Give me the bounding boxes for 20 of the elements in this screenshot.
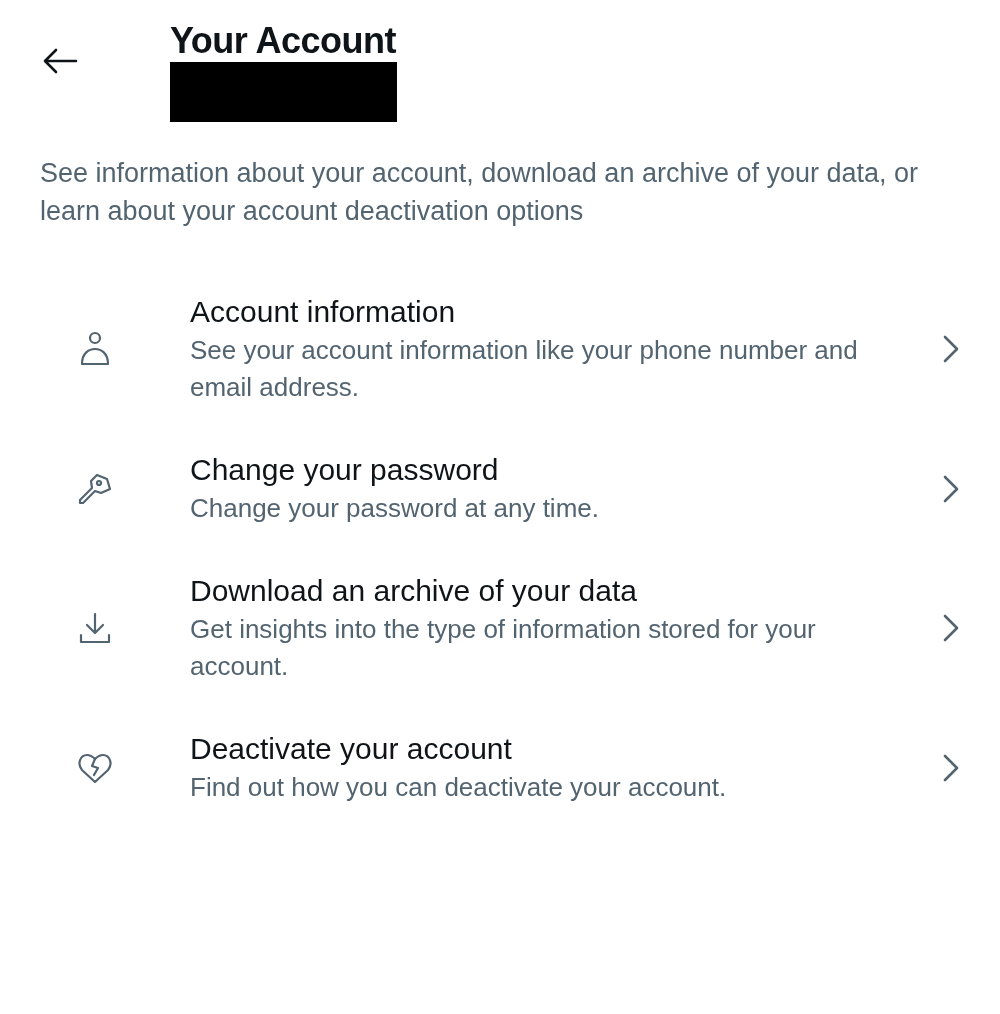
page-description: See information about your account, download an archive of your data, or learn about your account deactivation options <box>40 157 920 228</box>
item-description: Find out how you can deactivate your account. <box>190 771 728 804</box>
page-title: Your Account <box>170 20 397 62</box>
settings-item[interactable]: Change your password Change your password at any time. <box>0 428 1000 549</box>
download-icon <box>78 611 112 645</box>
item-description: See your account information like your phone number and email address. <box>190 334 859 404</box>
item-title: Deactivate your account <box>190 731 513 767</box>
chevron-icon <box>942 752 960 783</box>
item-description: Change your password at any time. <box>190 492 600 525</box>
item-description: Get insights into the type of information stored for your account. <box>190 613 817 683</box>
item-title: Download an archive of your data <box>190 573 638 609</box>
person-icon <box>79 331 111 367</box>
chevron-icon <box>942 613 960 643</box>
item-title: Account information <box>190 294 457 330</box>
item-title: Change your password <box>190 452 500 488</box>
settings-item[interactable]: Download an archive of your data Get insights into the type of information stored for your account. <box>0 549 1000 707</box>
settings-item[interactable]: Account information See your account information like your phone number and email address. <box>0 270 1000 428</box>
settings-item[interactable]: Deactivate your account Find out how you can deactivate your account. <box>0 707 1000 828</box>
chevron-icon <box>942 473 960 504</box>
chevron-icon <box>942 334 960 364</box>
